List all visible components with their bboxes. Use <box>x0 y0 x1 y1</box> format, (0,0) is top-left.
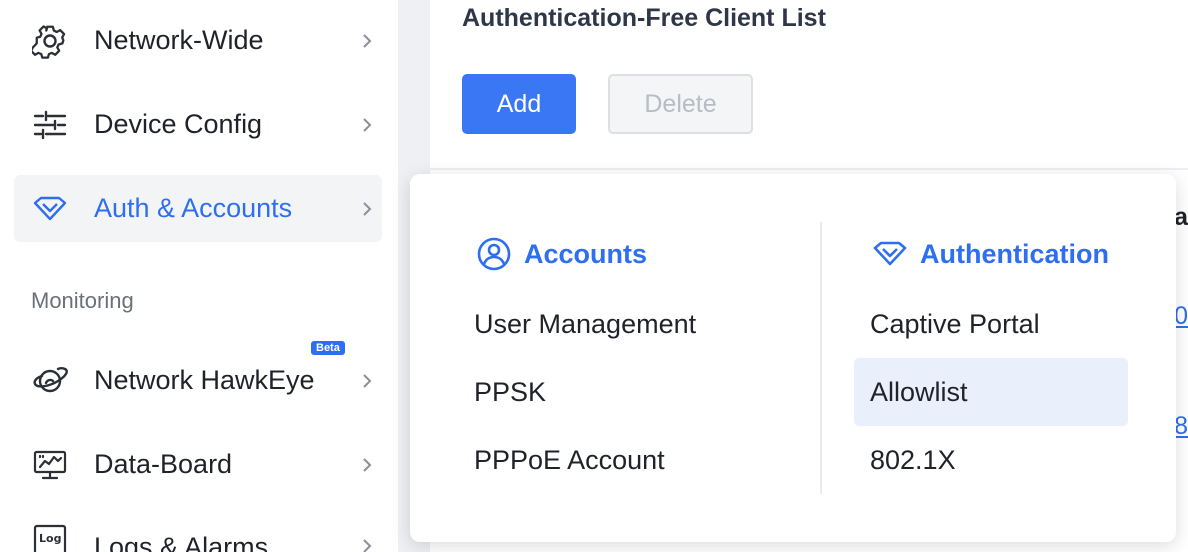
accounts-title: Accounts <box>524 238 648 269</box>
add-button[interactable]: Add <box>462 74 576 134</box>
shield-icon <box>872 236 908 272</box>
sidebar-item-label: Network-Wide <box>94 25 264 55</box>
column-divider <box>820 222 822 494</box>
sidebar-item-logs-alarms[interactable]: Log Logs & Alarms <box>14 512 382 552</box>
chevron-right-icon <box>360 536 374 552</box>
chevron-right-icon <box>360 199 374 219</box>
user-circle-icon <box>476 236 512 272</box>
log-icon: Log <box>32 522 68 552</box>
menu-item-pppoe-account[interactable]: PPPoE Account <box>474 426 665 494</box>
monitor-chart-icon <box>32 447 68 483</box>
chevron-right-icon <box>360 31 374 51</box>
chevron-right-icon <box>360 371 374 391</box>
table-top-border <box>430 168 1188 170</box>
chevron-right-icon <box>360 115 374 135</box>
svg-text:Log: Log <box>39 532 61 545</box>
sidebar-item-network-hawkeye[interactable]: Network HawkEye <box>14 347 382 414</box>
table-header-cell: a <box>1174 203 1188 231</box>
table-link[interactable]: 0 <box>1174 302 1188 331</box>
menu-item-ppsk[interactable]: PPSK <box>474 358 546 426</box>
chevron-right-icon <box>360 455 374 475</box>
page-title: Authentication-Free Client List <box>462 4 826 32</box>
sidebar-item-auth-accounts[interactable]: Auth & Accounts <box>14 175 382 242</box>
menu-item-allowlist[interactable]: Allowlist <box>854 358 1128 426</box>
delete-button[interactable]: Delete <box>608 74 753 134</box>
authentication-title: Authentication <box>920 238 1109 269</box>
sidebar: Network-Wide Device Config Auth & Accoun… <box>0 0 398 552</box>
shield-icon <box>32 191 68 227</box>
sidebar-item-device-config[interactable]: Device Config <box>14 91 382 158</box>
sidebar-item-label: Network HawkEye <box>94 365 315 395</box>
sidebar-item-label: Device Config <box>94 109 263 139</box>
section-label-monitoring: Monitoring <box>31 288 134 313</box>
sidebar-item-label: Logs & Alarms <box>94 532 269 552</box>
menu-item-802-1x[interactable]: 802.1X <box>854 426 1128 494</box>
menu-item-user-management[interactable]: User Management <box>474 290 696 358</box>
gear-icon <box>32 23 68 59</box>
sidebar-item-label: Auth & Accounts <box>94 193 293 223</box>
authentication-heading: Authentication <box>872 236 1109 272</box>
auth-accounts-dropdown: Accounts User Management PPSK PPPoE Acco… <box>410 174 1176 542</box>
accounts-heading: Accounts <box>476 236 647 272</box>
sidebar-item-data-board[interactable]: Data-Board <box>14 431 382 498</box>
planet-icon <box>32 363 68 399</box>
table-link[interactable]: 8 <box>1174 412 1188 441</box>
menu-item-captive-portal[interactable]: Captive Portal <box>854 290 1128 358</box>
sidebar-item-network-wide[interactable]: Network-Wide <box>14 7 382 74</box>
sidebar-item-label: Data-Board <box>94 449 233 479</box>
sliders-icon <box>32 107 68 143</box>
